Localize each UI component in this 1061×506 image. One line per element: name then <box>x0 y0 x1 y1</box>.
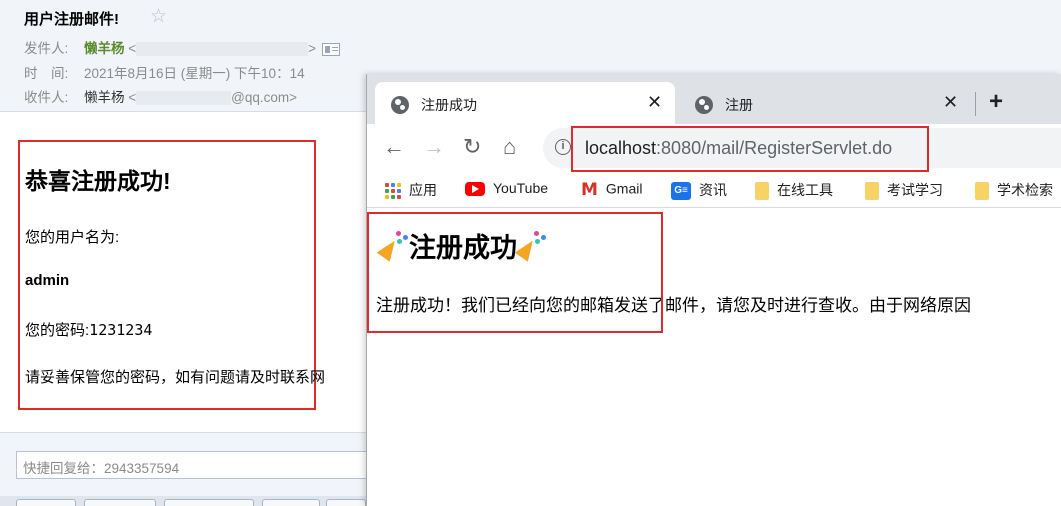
time-label: 时 间: <box>24 66 69 81</box>
bookmark-apps[interactable]: 应用 <box>385 180 437 200</box>
bookmark-label: 资讯 <box>699 182 727 198</box>
recipient-bracket-open: < <box>128 90 137 105</box>
email-action-button[interactable] <box>164 499 254 506</box>
email-action-bar <box>0 496 370 506</box>
bookmark-label: 学术检索 <box>997 182 1053 198</box>
close-tab-icon[interactable]: ✕ <box>943 92 958 113</box>
folder-icon <box>865 182 879 201</box>
youtube-icon <box>465 182 485 197</box>
bookmark-youtube[interactable]: YouTube <box>465 180 549 197</box>
tab-title: 注册 <box>725 97 753 113</box>
news-icon: G≡ <box>671 182 691 201</box>
time-row: 时 间: 2021年8月16日 (星期一) 下午10：14 <box>24 62 305 82</box>
bookmark-label: 考试学习 <box>887 182 943 198</box>
url-highlight-box <box>571 126 929 172</box>
email-body-highlight: 恭喜注册成功! 您的用户名为: admin 您的密码:1231234 请妥善保管… <box>18 140 325 410</box>
tab-separator <box>975 92 976 116</box>
reload-button[interactable]: ↻ <box>463 134 481 160</box>
sender-label: 发件人: <box>24 41 69 56</box>
sender-name[interactable]: 懒羊杨 <box>84 41 125 56</box>
new-tab-button[interactable]: + <box>989 88 1003 116</box>
tab-title: 注册成功 <box>421 97 477 113</box>
tab-register[interactable]: 注册 ✕ <box>679 82 969 124</box>
time-value: 2021年8月16日 (星期一) 下午10：14 <box>84 66 305 81</box>
recipient-label: 收件人: <box>24 90 69 105</box>
apps-grid-icon <box>385 183 401 200</box>
bookmark-label: YouTube <box>493 180 549 196</box>
bookmark-exam-study[interactable]: 考试学习 <box>865 180 943 201</box>
recipient-name[interactable]: 懒羊杨 <box>84 90 125 105</box>
sender-row: 发件人: 懒羊杨 < > <box>24 37 341 57</box>
contact-card-icon[interactable] <box>322 42 341 56</box>
email-action-button[interactable] <box>16 499 76 506</box>
password-row: 您的密码:1231234 <box>25 319 152 340</box>
password-value: 1231234 <box>89 321 153 339</box>
sender-bracket-open: < <box>128 41 137 56</box>
recipient-row: 收件人: 懒羊杨 < @qq.com> <box>24 86 297 106</box>
bookmark-label: 应用 <box>409 182 437 198</box>
recipient-domain: @qq.com> <box>231 90 298 105</box>
bookmark-label: 在线工具 <box>777 182 833 198</box>
bookmark-online-tools[interactable]: 在线工具 <box>755 180 833 201</box>
quick-reply-bar: 快捷回复给：2943357594 <box>0 432 376 496</box>
quick-reply-input[interactable]: 快捷回复给：2943357594 <box>16 451 376 479</box>
page-highlight-box <box>367 212 663 333</box>
globe-icon <box>695 96 713 114</box>
folder-icon <box>755 182 769 201</box>
email-subject: 用户注册邮件! <box>24 11 119 28</box>
globe-icon <box>391 96 409 114</box>
sender-address-masked <box>136 42 309 57</box>
bookmark-news[interactable]: G≡ 资讯 <box>671 180 727 201</box>
home-button[interactable]: ⌂ <box>503 134 516 160</box>
sender-bracket-close: > <box>308 41 317 56</box>
notice-text: 请妥善保管您的密码，如有问题请及时联系网 <box>25 369 326 386</box>
gmail-icon: M <box>581 180 598 200</box>
username-value: admin <box>25 272 70 289</box>
close-tab-icon[interactable]: ✕ <box>647 92 662 113</box>
star-icon[interactable]: ☆ <box>150 5 167 28</box>
bookmark-gmail[interactable]: M Gmail <box>581 180 642 200</box>
folder-icon <box>975 182 989 201</box>
username-label: 您的用户名为: <box>25 229 120 246</box>
back-button[interactable]: ← <box>383 134 405 160</box>
info-icon[interactable]: i <box>555 139 571 155</box>
email-action-button[interactable] <box>262 499 320 506</box>
recipient-address-masked <box>136 91 232 106</box>
tab-strip: 注册成功 ✕ 注册 ✕ + <box>367 74 1061 124</box>
password-label: 您的密码: <box>25 322 90 339</box>
email-action-button[interactable] <box>326 499 366 506</box>
tab-register-success[interactable]: 注册成功 ✕ <box>375 82 675 124</box>
email-action-button[interactable] <box>84 499 156 506</box>
bookmark-academic-search[interactable]: 学术检索 <box>975 180 1053 201</box>
forward-button[interactable]: → <box>423 134 445 160</box>
bookmarks-bar: 应用 YouTube M Gmail G≡ 资讯 在线工具 考试学习 学术检索 <box>367 172 1061 208</box>
email-body-title: 恭喜注册成功! <box>25 168 171 194</box>
bookmark-label: Gmail <box>605 180 643 197</box>
